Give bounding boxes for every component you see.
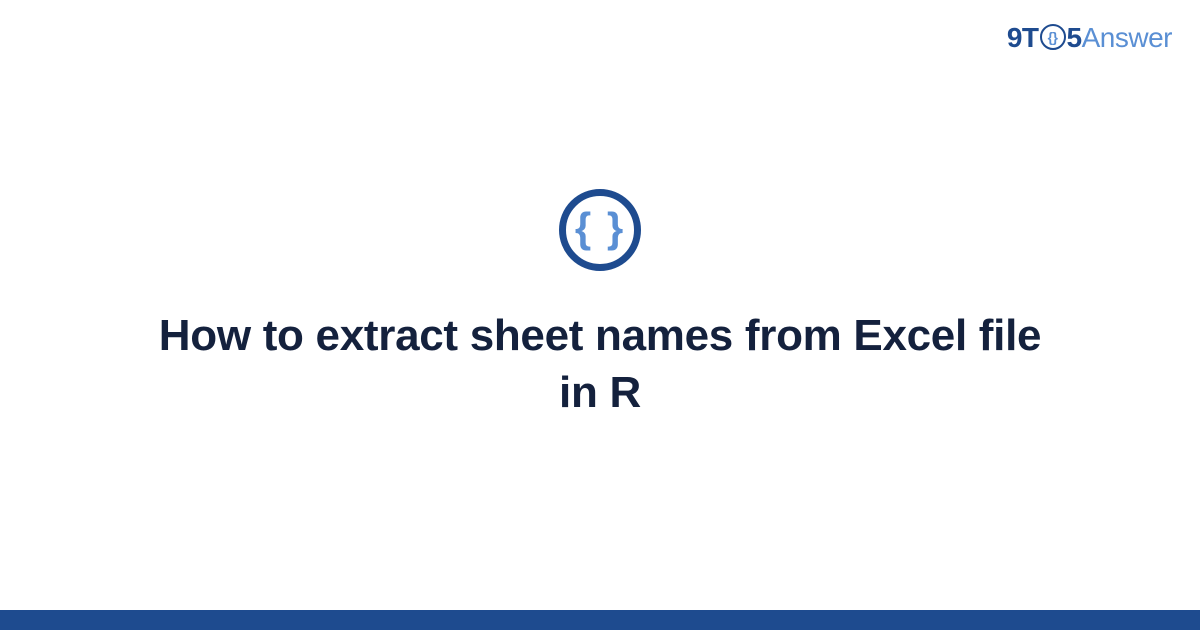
main-content: { } How to extract sheet names from Exce… [0, 0, 1200, 610]
code-braces-icon: { } [559, 189, 641, 271]
page-title: How to extract sheet names from Excel fi… [140, 307, 1060, 421]
footer-bar [0, 610, 1200, 630]
braces-icon: { } [575, 207, 625, 249]
